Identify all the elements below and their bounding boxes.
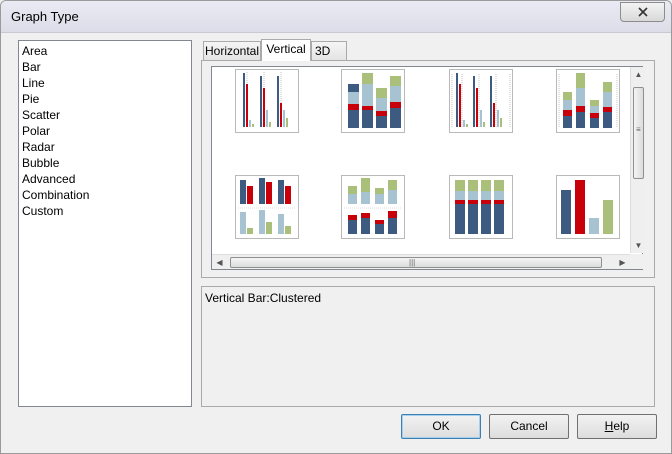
list-item-pie[interactable]: Pie [22,91,39,107]
title-bar: Graph Type [1,1,671,33]
scroll-up-icon[interactable]: ▲ [631,67,646,82]
list-item-radar[interactable]: Radar [22,139,55,155]
help-button[interactable]: Help [577,414,657,439]
grip-icon: ||| [409,258,416,267]
list-item-bubble[interactable]: Bubble [22,155,59,171]
tab-horizontal[interactable]: Horizontal [203,41,261,61]
vertical-bar-clustered-gridlines-thumbnail[interactable] [449,69,513,133]
gallery-horizontal-scrollbar[interactable]: ◀ ||| ▶ [212,254,630,269]
list-item-custom[interactable]: Custom [22,203,63,219]
vertical-bar-stacked-gridlines-thumbnail[interactable] [556,69,620,133]
scroll-right-icon[interactable]: ▶ [615,255,630,270]
cancel-button[interactable]: Cancel [489,414,569,439]
tab-vertical[interactable]: Vertical [261,39,311,61]
list-item-polar[interactable]: Polar [22,123,50,139]
vertical-bar-clustered-thumbnail[interactable] [235,69,299,133]
list-item-combination[interactable]: Combination [22,187,89,203]
tab-3d[interactable]: 3D [311,41,347,61]
vertical-scroll-thumb[interactable]: ≡ [633,87,644,179]
list-item-line[interactable]: Line [22,75,45,91]
close-icon [637,7,648,17]
graph-type-dialog: Graph Type Area Bar Line Pie Scatter Pol… [0,0,672,454]
ok-button[interactable]: OK [401,414,481,439]
vertical-bar-stacked-split-thumbnail[interactable] [341,175,405,239]
gallery-vertical-scrollbar[interactable]: ▲ ≡ ▼ [630,67,645,253]
vertical-bar-100-percent-stacked-thumbnail[interactable] [449,175,513,239]
vertical-bar-split-thumbnail[interactable] [235,175,299,239]
list-item-bar[interactable]: Bar [22,59,41,75]
grip-icon: ≡ [636,125,641,134]
scroll-corner [630,254,644,269]
window-title: Graph Type [11,9,79,24]
scroll-left-icon[interactable]: ◀ [212,255,227,270]
tab-panel-vertical: ▲ ≡ ▼ ◀ ||| ▶ [201,60,655,278]
horizontal-scroll-thumb[interactable]: ||| [230,257,602,268]
scroll-down-icon[interactable]: ▼ [631,238,646,253]
chart-gallery: ▲ ≡ ▼ ◀ ||| ▶ [211,66,645,270]
close-button[interactable] [620,2,665,22]
vertical-bar-single-series-thumbnail[interactable] [556,175,620,239]
list-item-advanced[interactable]: Advanced [22,171,75,187]
list-item-area[interactable]: Area [22,43,47,59]
graph-type-list[interactable]: Area Bar Line Pie Scatter Polar Radar Bu… [18,40,192,407]
help-label-rest: elp [613,419,630,433]
description-panel: Vertical Bar:Clustered [201,286,655,407]
vertical-bar-stacked-thumbnail[interactable] [341,69,405,133]
list-item-scatter[interactable]: Scatter [22,107,60,123]
description-text: Vertical Bar:Clustered [205,291,322,305]
